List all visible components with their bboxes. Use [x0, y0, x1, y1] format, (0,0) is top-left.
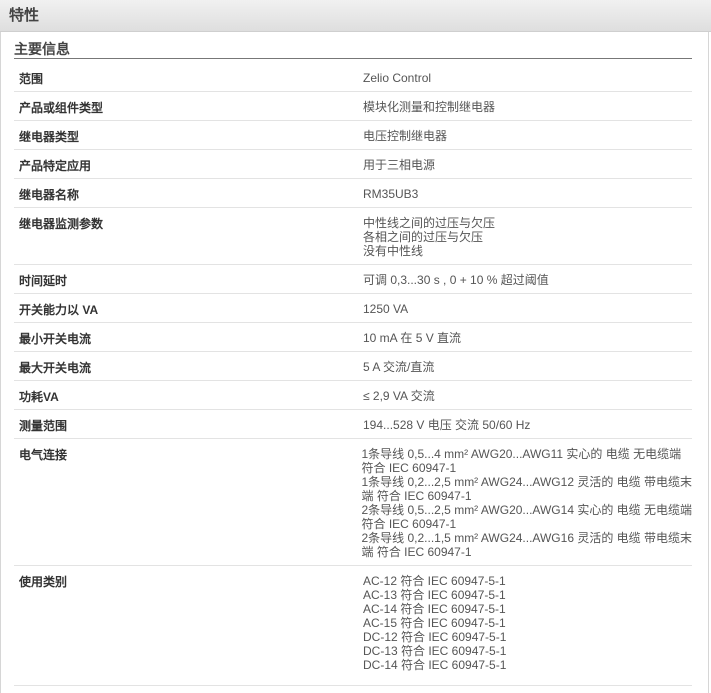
spec-row: 最小开关电流 10 mA 在 5 V 直流: [14, 323, 692, 352]
spec-value-line: ≤ 2,9 VA 交流: [363, 389, 435, 403]
spec-row: 最大开关电流 5 A 交流/直流: [14, 352, 692, 381]
spec-value-line: AC-14 符合 IEC 60947-5-1: [363, 602, 506, 616]
spec-table: 范围 Zelio Control 产品或组件类型 模块化测量和控制继电器继电器类型 电压…: [14, 63, 692, 686]
spec-value: 1250 VA: [363, 294, 692, 322]
spec-label: 产品特定应用: [19, 159, 92, 173]
spec-value-line: 端 符合 IEC 60947-1: [361, 489, 472, 503]
spec-value: 194...528 V 电压 交流 50/60 Hz: [363, 410, 692, 438]
spec-value-line: 没有中性线: [363, 244, 424, 258]
spec-row: 继电器名称 RM35UB3: [14, 179, 692, 208]
spec-value-line: 2条导线 0,2...1,5 mm² AWG24...AWG16 灵活的 电缆 …: [361, 531, 692, 545]
spec-value-line: 各相之间的过压与欠压: [363, 230, 484, 244]
spec-label: 使用类别: [19, 575, 68, 589]
spec-row: 使用类别 AC-12 符合 IEC 60947-5-1 AC-13 符合 IEC 6…: [14, 566, 692, 686]
spec-value-line: 中性线之间的过压与欠压: [363, 216, 496, 230]
spec-value: 模块化测量和控制继电器: [363, 92, 692, 120]
spec-value-line: 1条导线 0,2...2,5 mm² AWG24...AWG12 灵活的 电缆 …: [361, 475, 692, 489]
spec-label: 产品或组件类型: [19, 101, 104, 115]
spec-value: RM35UB3: [363, 179, 692, 207]
spec-value-line: AC-13 符合 IEC 60947-5-1: [363, 588, 506, 602]
spec-label: 开关能力以 VA: [19, 303, 99, 317]
spec-value-line: 2条导线 0,5...2,5 mm² AWG20...AWG14 实心的 电缆 …: [361, 503, 692, 517]
spec-row: 电气连接 1条导线 0,5...4 mm² AWG20...AWG11 实心的 电…: [14, 439, 692, 566]
spec-value-line: 1250 VA: [363, 302, 409, 316]
spec-value: ≤ 2,9 VA 交流: [363, 381, 692, 409]
spec-value: 可调 0,3...30 s , 0 + 10 % 超过阈值: [363, 265, 692, 293]
spec-row: 继电器监测参数 中性线之间的过压与欠压 各相之间的过压与欠压 没有中性线: [14, 208, 692, 265]
spec-label: 功耗VA: [19, 390, 59, 404]
spec-value: 1条导线 0,5...4 mm² AWG20...AWG11 实心的 电缆 无电…: [361, 439, 692, 565]
spec-value-line: DC-14 符合 IEC 60947-5-1: [363, 658, 507, 672]
spec-value-line: 可调 0,3...30 s , 0 + 10 % 超过阈值: [363, 273, 549, 287]
spec-value: 中性线之间的过压与欠压 各相之间的过压与欠压 没有中性线: [363, 208, 692, 264]
spec-value-line: 1条导线 0,5...4 mm² AWG20...AWG11 实心的 电缆 无电…: [361, 447, 682, 461]
spec-value-line: Zelio Control: [363, 71, 432, 85]
spec-label: 继电器名称: [19, 188, 80, 202]
spec-value-line: 端 符合 IEC 60947-1: [361, 545, 472, 559]
spec-value-line: 电压控制继电器: [363, 129, 448, 143]
spec-label: 继电器类型: [19, 130, 80, 144]
spec-value: 10 mA 在 5 V 直流: [363, 323, 692, 351]
spec-label: 最大开关电流: [19, 361, 92, 375]
spec-value-line: 10 mA 在 5 V 直流: [363, 331, 462, 345]
spec-label: 时间延时: [19, 274, 68, 288]
spec-row: 功耗VA ≤ 2,9 VA 交流: [14, 381, 692, 410]
section-title: 主要信息: [14, 40, 692, 59]
spec-label: 继电器监测参数: [19, 217, 104, 231]
spec-label: 测量范围: [19, 419, 68, 433]
spec-row: 时间延时 可调 0,3...30 s , 0 + 10 % 超过阈值: [14, 265, 692, 294]
spec-value-line: 194...528 V 电压 交流 50/60 Hz: [363, 418, 531, 432]
spec-label: 电气连接: [19, 448, 68, 462]
spec-value-line: AC-12 符合 IEC 60947-5-1: [363, 574, 506, 588]
spec-label: 最小开关电流: [19, 332, 92, 346]
spec-value-line: 模块化测量和控制继电器: [363, 100, 496, 114]
spec-value: 用于三相电源: [363, 150, 692, 178]
spec-row: 产品特定应用 用于三相电源: [14, 150, 692, 179]
spec-value-line: DC-13 符合 IEC 60947-5-1: [363, 644, 507, 658]
spec-value: 电压控制继电器: [363, 121, 692, 149]
spec-value-line: 符合 IEC 60947-1: [361, 517, 457, 531]
spec-value-line: 5 A 交流/直流: [363, 360, 435, 374]
spec-row: 范围 Zelio Control: [14, 63, 692, 92]
spec-value-line: DC-12 符合 IEC 60947-5-1: [363, 630, 507, 644]
spec-row: 测量范围 194...528 V 电压 交流 50/60 Hz: [14, 410, 692, 439]
spec-label: 范围: [19, 72, 44, 86]
spec-value-line: 符合 IEC 60947-1: [361, 461, 457, 475]
spec-row: 开关能力以 VA 1250 VA: [14, 294, 692, 323]
spec-value: AC-12 符合 IEC 60947-5-1 AC-13 符合 IEC 60947…: [363, 566, 692, 685]
spec-value: 5 A 交流/直流: [363, 352, 692, 380]
spec-value-line: 用于三相电源: [363, 158, 436, 172]
panel-header: 特性: [0, 0, 711, 32]
spec-row: 产品或组件类型 模块化测量和控制继电器: [14, 92, 692, 121]
spec-value: Zelio Control: [363, 63, 692, 91]
spec-value-line: RM35UB3: [363, 187, 419, 201]
spec-value-line: AC-15 符合 IEC 60947-5-1: [363, 616, 506, 630]
spec-row: 继电器类型 电压控制继电器: [14, 121, 692, 150]
panel-title: 特性: [9, 7, 40, 24]
